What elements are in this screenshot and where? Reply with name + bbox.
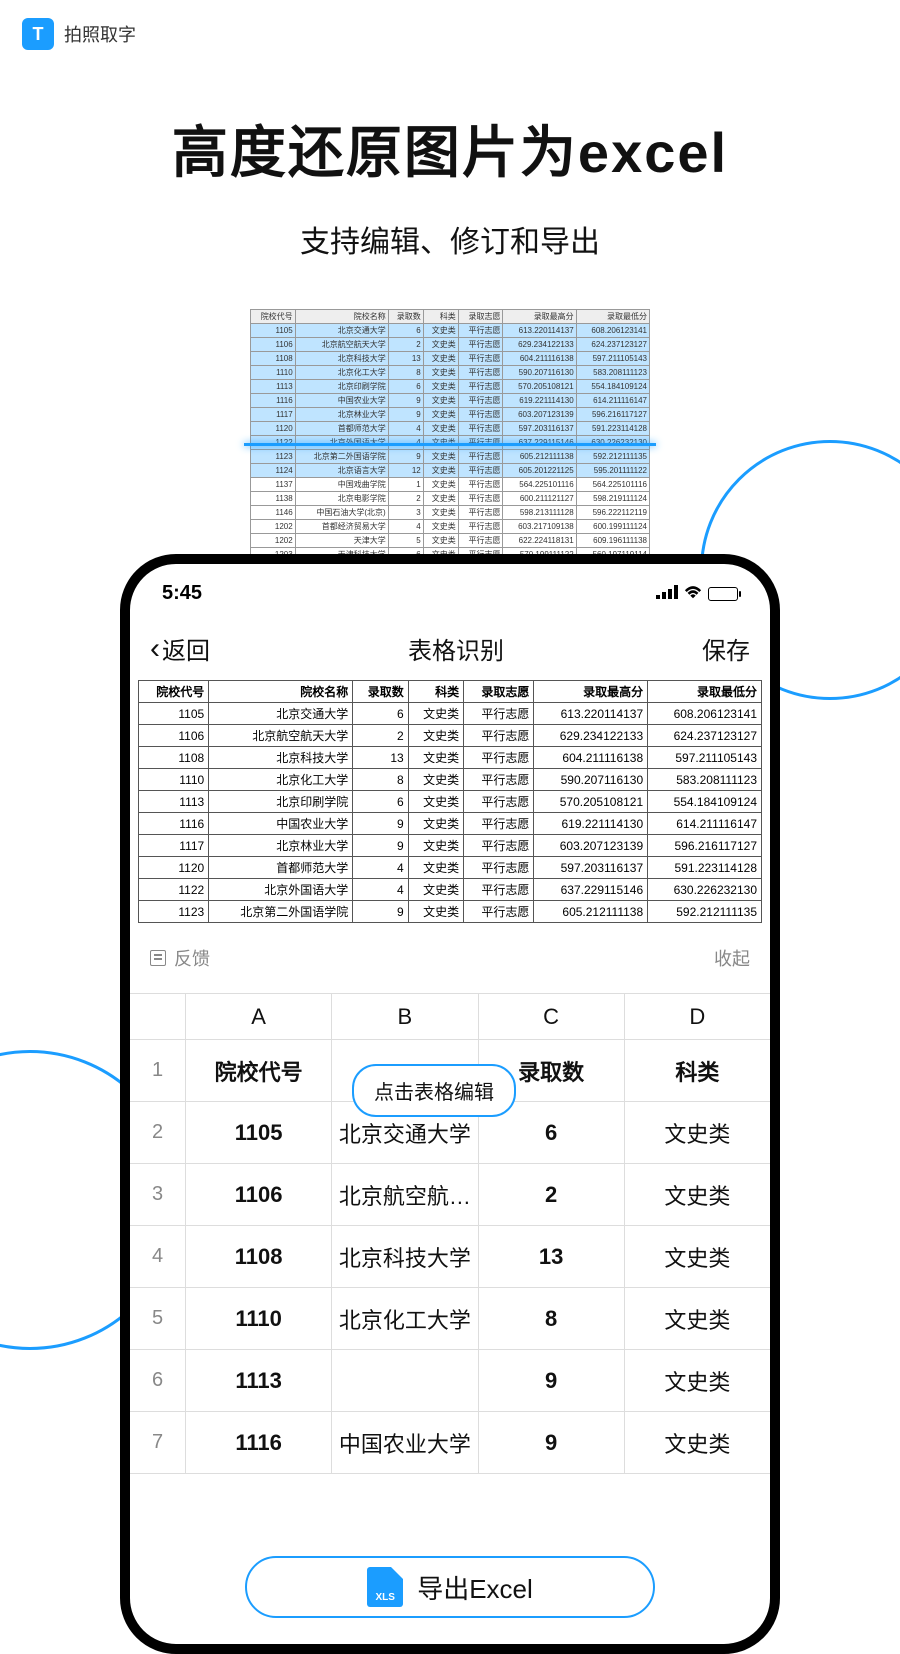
col-header[interactable]: A [186, 994, 332, 1039]
sheet-cell[interactable]: 文史类 [625, 1350, 770, 1411]
sheet-cell[interactable]: 8 [479, 1288, 625, 1349]
result-preview: 院校代号院校名称录取数科类录取志愿录取最高分录取最低分1105北京交通大学6文史… [130, 680, 770, 923]
app-header: T 拍照取字 [0, 0, 900, 68]
sheet-cell[interactable]: 科类 [625, 1040, 770, 1101]
result-table: 院校代号院校名称录取数科类录取志愿录取最高分录取最低分1105北京交通大学6文史… [138, 680, 762, 923]
sheet-cell[interactable]: 中国农业大学 [332, 1412, 478, 1473]
collapse-button[interactable]: 收起 [714, 945, 750, 971]
phone-frame: 5:45 ‹返回 表格识别 保存 院校代号院校名称录取数科类录取志愿录取最高分录… [120, 554, 780, 1654]
row-header[interactable]: 1 [130, 1040, 186, 1101]
sheet-cell[interactable] [332, 1350, 478, 1411]
col-header[interactable]: B [332, 994, 478, 1039]
sheet-cell[interactable]: 文史类 [625, 1226, 770, 1287]
hero-title: 高度还原图片为excel [0, 108, 900, 189]
sheet-cell[interactable]: 1116 [186, 1412, 332, 1473]
chevron-left-icon: ‹ [150, 634, 160, 664]
nav-bar: ‹返回 表格识别 保存 [130, 615, 770, 680]
nav-title: 表格识别 [210, 631, 702, 666]
app-icon: T [22, 18, 54, 50]
status-bar: 5:45 [130, 564, 770, 615]
feedback-button[interactable]: 反馈 [150, 945, 210, 971]
save-button[interactable]: 保存 [702, 631, 750, 666]
row-header[interactable]: 6 [130, 1350, 186, 1411]
row-header[interactable]: 4 [130, 1226, 186, 1287]
signal-icon [656, 582, 678, 605]
edit-tooltip: 点击表格编辑 [352, 1064, 516, 1117]
hero: 高度还原图片为excel 支持编辑、修订和导出 [0, 108, 900, 261]
col-header[interactable]: C [479, 994, 625, 1039]
sheet-cell[interactable]: 1105 [186, 1102, 332, 1163]
sheet-cell[interactable]: 9 [479, 1350, 625, 1411]
status-time: 5:45 [162, 582, 202, 605]
sheet-cell[interactable]: 北京科技大学 [332, 1226, 478, 1287]
sheet-cell[interactable]: 2 [479, 1164, 625, 1225]
row-header[interactable]: 3 [130, 1164, 186, 1225]
sheet-cell[interactable]: 13 [479, 1226, 625, 1287]
xls-file-icon: XLS [367, 1567, 403, 1607]
sheet-cell[interactable]: 9 [479, 1412, 625, 1473]
scan-line [244, 443, 656, 446]
app-name: 拍照取字 [64, 21, 136, 47]
sheet-cell[interactable]: 1110 [186, 1288, 332, 1349]
sheet-cell[interactable]: 文史类 [625, 1412, 770, 1473]
sheet-cell[interactable]: 文史类 [625, 1164, 770, 1225]
sheet-cell[interactable]: 北京航空航… [332, 1164, 478, 1225]
sheet-cell[interactable]: 1113 [186, 1350, 332, 1411]
sheet-cell[interactable]: 院校代号 [186, 1040, 332, 1101]
row-header[interactable]: 5 [130, 1288, 186, 1349]
row-header[interactable]: 2 [130, 1102, 186, 1163]
sheet-cell[interactable]: 1108 [186, 1226, 332, 1287]
sheet-cell[interactable]: 文史类 [625, 1102, 770, 1163]
back-button[interactable]: ‹返回 [150, 631, 210, 666]
wifi-icon [684, 582, 702, 605]
sheet-cell[interactable]: 1106 [186, 1164, 332, 1225]
sheet-cell[interactable]: 文史类 [625, 1288, 770, 1349]
battery-icon [708, 587, 738, 601]
export-excel-button[interactable]: XLS 导出Excel [245, 1556, 655, 1618]
sheet-cell[interactable]: 北京化工大学 [332, 1288, 478, 1349]
col-header[interactable]: D [625, 994, 770, 1039]
scan-preview: 院校代号院校名称录取数科类录取志愿录取最高分录取最低分1105北京交通大学6文史… [250, 309, 650, 576]
hero-subtitle: 支持编辑、修订和导出 [0, 217, 900, 261]
feedback-icon [150, 950, 166, 966]
row-header[interactable]: 7 [130, 1412, 186, 1473]
